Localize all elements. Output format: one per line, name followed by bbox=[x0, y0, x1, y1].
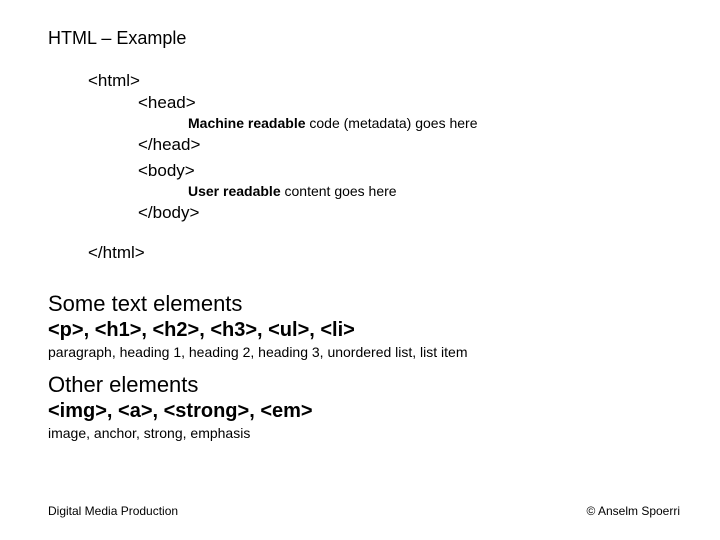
body-note: User readable content goes here bbox=[188, 183, 680, 199]
body-note-bold: User readable bbox=[188, 183, 281, 199]
head-note-bold: Machine readable bbox=[188, 115, 306, 131]
html-open-tag: <html> bbox=[88, 71, 680, 91]
slide-title: HTML – Example bbox=[48, 28, 680, 49]
other-elements-title: Other elements bbox=[48, 372, 680, 398]
text-elements-section: Some text elements <p>, <h1>, <h2>, <h3>… bbox=[48, 291, 680, 360]
html-close-tag: </html> bbox=[88, 243, 680, 263]
footer-right: © Anselm Spoerri bbox=[586, 504, 680, 518]
body-close-tag: </body> bbox=[138, 203, 680, 223]
body-note-rest: content goes here bbox=[281, 183, 397, 199]
other-elements-tags: <img>, <a>, <strong>, <em> bbox=[48, 400, 680, 423]
head-note-rest: code (metadata) goes here bbox=[306, 115, 478, 131]
head-open-tag: <head> bbox=[138, 93, 680, 113]
other-elements-section: Other elements <img>, <a>, <strong>, <em… bbox=[48, 372, 680, 441]
text-elements-title: Some text elements bbox=[48, 291, 680, 317]
footer-left: Digital Media Production bbox=[48, 504, 178, 518]
text-elements-desc: paragraph, heading 1, heading 2, heading… bbox=[48, 344, 680, 360]
head-note: Machine readable code (metadata) goes he… bbox=[188, 115, 680, 131]
body-open-tag: <body> bbox=[138, 161, 680, 181]
other-elements-desc: image, anchor, strong, emphasis bbox=[48, 425, 680, 441]
footer: Digital Media Production © Anselm Spoerr… bbox=[48, 504, 680, 518]
text-elements-tags: <p>, <h1>, <h2>, <h3>, <ul>, <li> bbox=[48, 319, 680, 342]
head-close-tag: </head> bbox=[138, 135, 680, 155]
html-example-code: <html> <head> Machine readable code (met… bbox=[88, 71, 680, 263]
